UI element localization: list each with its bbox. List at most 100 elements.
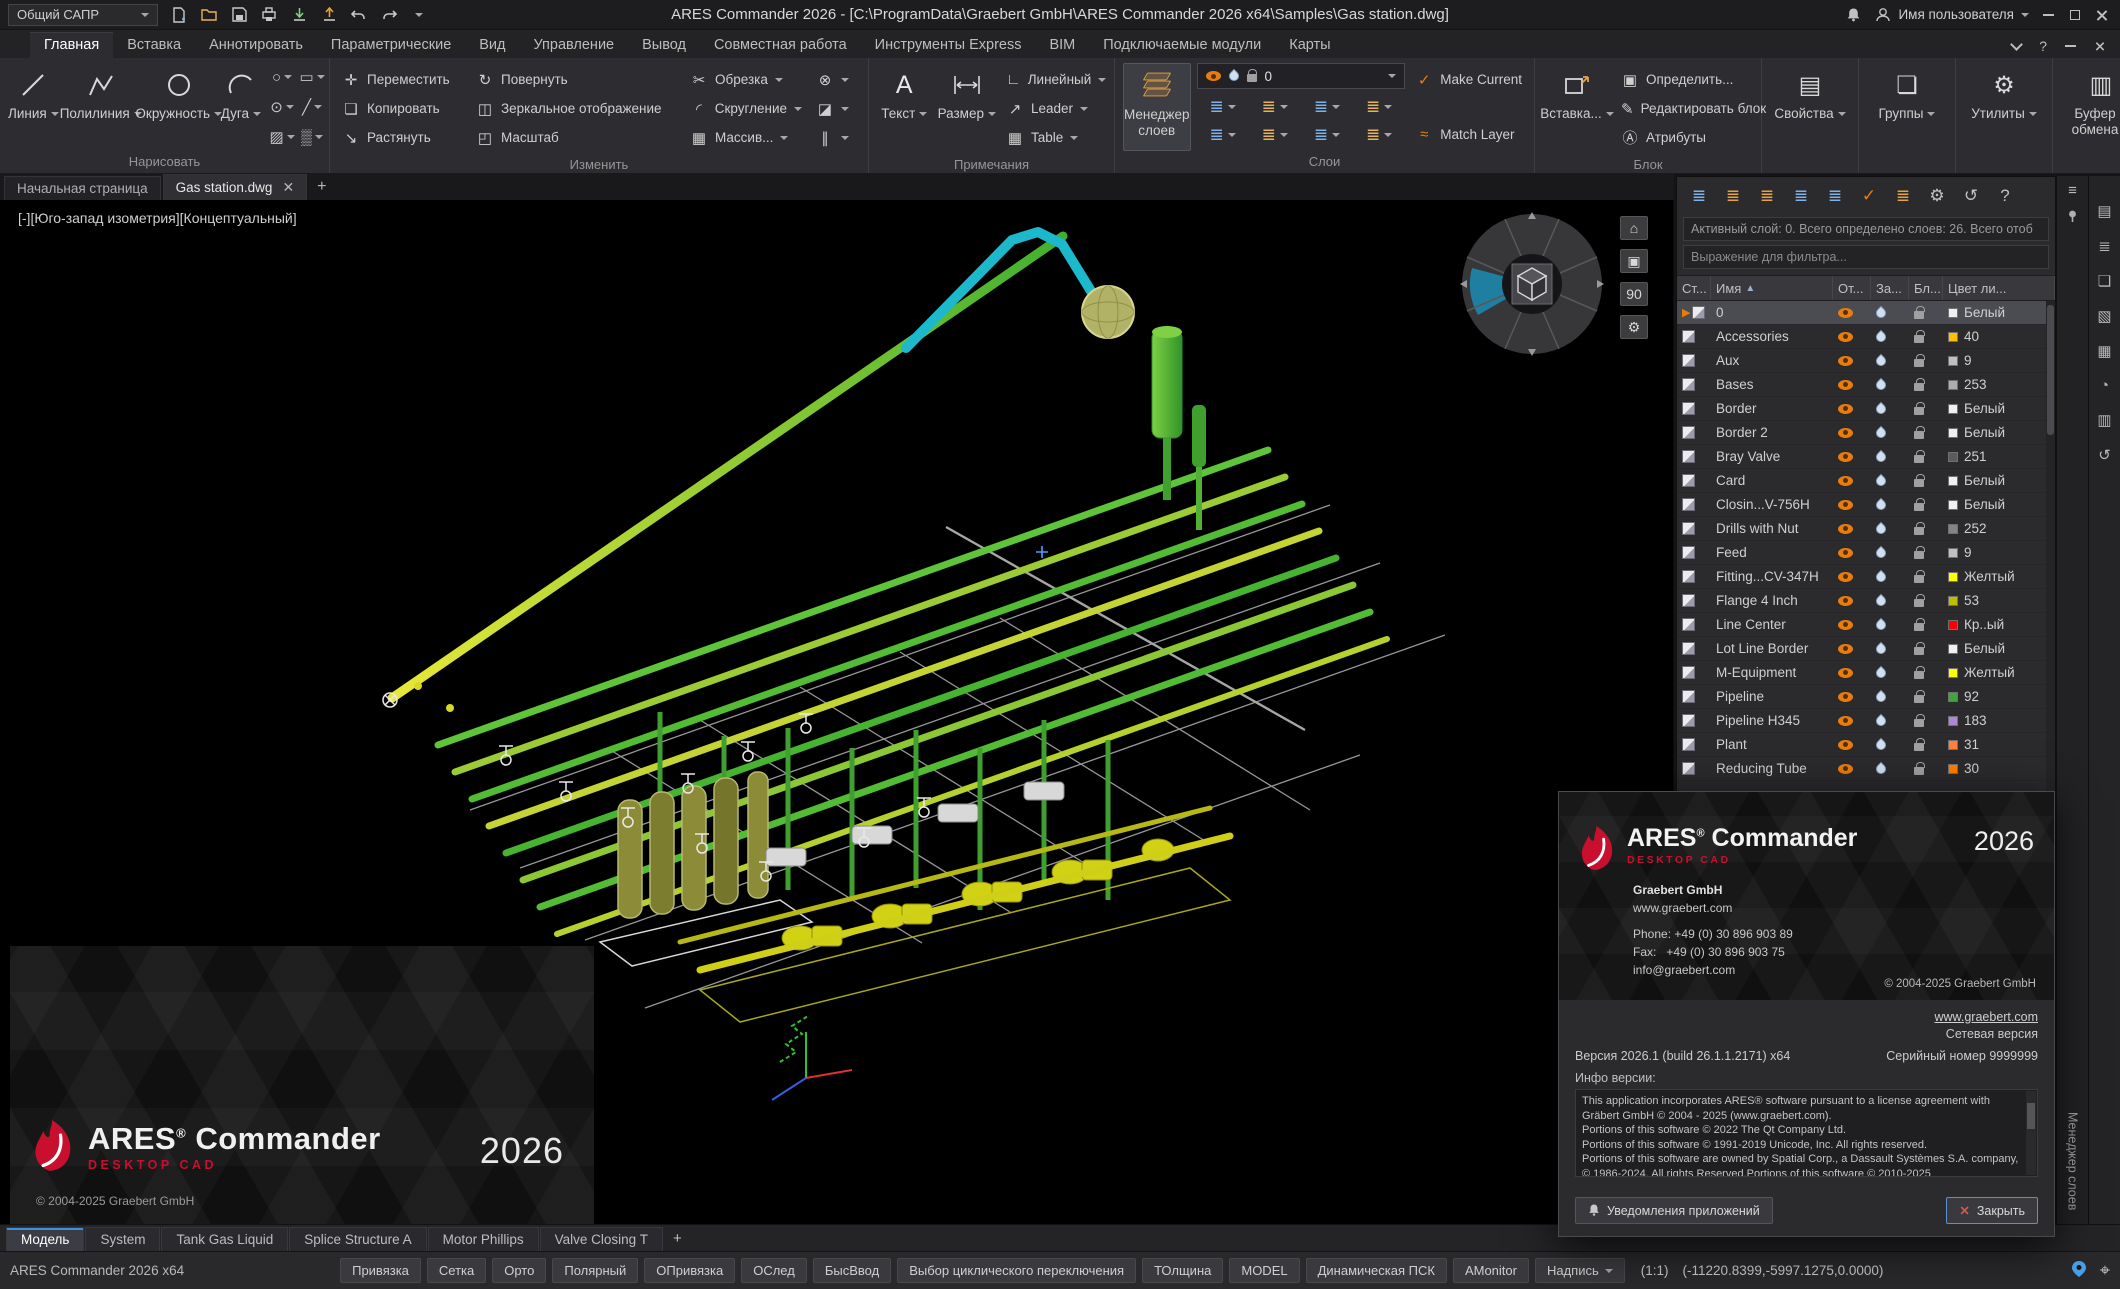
customize-toolbar-button[interactable] <box>406 3 432 27</box>
block-command[interactable]: ⒶАтрибуты <box>1617 123 1753 152</box>
layer-tool-icon[interactable]: ≣ <box>1301 121 1353 149</box>
panel-menu-icon[interactable]: ≡ <box>2068 182 2077 199</box>
show-icon[interactable] <box>1838 524 1853 534</box>
column-show[interactable]: От... <box>1833 276 1871 300</box>
model-tab[interactable]: System <box>85 1227 160 1251</box>
lock-icon[interactable] <box>1914 575 1924 583</box>
freeze-icon[interactable] <box>1874 593 1888 607</box>
target-icon[interactable]: ⌖ <box>2100 1260 2110 1281</box>
layers-toolbar-icon[interactable]: ≣ <box>1887 181 1919 211</box>
annotation-command[interactable]: ∟Линейный <box>1002 65 1106 94</box>
layers-toolbar-icon[interactable]: ≣ <box>1683 181 1715 211</box>
freeze-icon[interactable] <box>1874 737 1888 751</box>
license-textbox[interactable]: This application incorporates ARES® soft… <box>1575 1089 2038 1177</box>
modify-tool[interactable]: ∥ <box>812 123 860 152</box>
draw-tool-icon[interactable]: ▨ <box>267 123 297 151</box>
layer-row[interactable]: ▶ Bases 253 <box>1677 373 2055 397</box>
app-notifications-button[interactable]: Уведомления приложений <box>1575 1197 1773 1224</box>
pin-panel-icon[interactable] <box>2066 209 2079 225</box>
lock-icon[interactable] <box>1914 359 1924 367</box>
annotation-command[interactable]: ↗Leader <box>1002 94 1106 123</box>
lock-icon[interactable] <box>1914 671 1924 679</box>
panel-button[interactable]: ❏ Группы <box>1867 63 1947 151</box>
show-icon[interactable] <box>1838 572 1853 582</box>
freeze-icon[interactable] <box>1874 641 1888 655</box>
panel-button[interactable]: ▤ Свойства <box>1770 63 1850 151</box>
layer-row[interactable]: ▶ Pipeline H345 183 <box>1677 709 2055 733</box>
viewport-control-button[interactable]: ⌂ <box>1620 216 1648 240</box>
layer-color-cell[interactable]: 251 <box>1943 445 2055 468</box>
ribbon-tab[interactable]: Аннотировать <box>195 33 317 58</box>
model-viewport[interactable]: [-][Юго-запад изометрия][Концептуальный] <box>0 200 1674 1224</box>
panel-button[interactable]: ⚙ Утилиты <box>1964 63 2044 151</box>
palette-rail-icon[interactable]: ◔ <box>2100 377 2109 394</box>
layer-color-cell[interactable]: Белый <box>1943 421 2055 444</box>
layer-tool-icon[interactable]: ≣ <box>1197 121 1249 149</box>
workspace-selector[interactable]: Общий САПР <box>8 4 158 26</box>
status-toggle[interactable]: ОПривязка <box>644 1258 735 1283</box>
layer-row[interactable]: ▶ Line Center Кр..ый <box>1677 613 2055 637</box>
circle-button[interactable]: Окружность <box>143 63 215 151</box>
graebert-link[interactable]: www.graebert.com <box>1575 1010 2038 1024</box>
undo-button[interactable] <box>346 3 372 27</box>
lock-icon[interactable] <box>1914 527 1924 535</box>
lock-icon[interactable] <box>1914 743 1924 751</box>
show-icon[interactable] <box>1838 548 1853 558</box>
export-button[interactable] <box>316 3 342 27</box>
viewport-view-label[interactable]: [-][Юго-запад изометрия][Концептуальный] <box>18 210 297 226</box>
open-file-button[interactable] <box>196 3 222 27</box>
polyline-button[interactable]: Полилиния <box>65 63 137 151</box>
layers-toolbar-icon[interactable]: ↺ <box>1955 181 1987 211</box>
panel-vertical-label[interactable]: Менеджер слоев <box>2066 1112 2080 1210</box>
lock-icon[interactable] <box>1914 407 1924 415</box>
status-toggle[interactable]: MODEL <box>1229 1258 1299 1283</box>
layer-row[interactable]: ▶ Bray Valve 251 <box>1677 445 2055 469</box>
freeze-icon[interactable] <box>1874 305 1888 319</box>
layer-color-cell[interactable]: 92 <box>1943 685 2055 708</box>
show-icon[interactable] <box>1838 404 1853 414</box>
ribbon-tab[interactable]: Вывод <box>628 33 700 58</box>
show-icon[interactable] <box>1838 620 1853 630</box>
freeze-icon[interactable] <box>1874 521 1888 535</box>
layer-tool-icon[interactable]: ≣ <box>1301 93 1353 121</box>
show-icon[interactable] <box>1838 740 1853 750</box>
layer-color-cell[interactable]: 40 <box>1943 325 2055 348</box>
status-toggle[interactable]: Динамическая ПСК <box>1306 1258 1447 1283</box>
maximize-button[interactable] <box>2070 10 2080 20</box>
layer-row[interactable]: ▶ Plant 31 <box>1677 733 2055 757</box>
layer-row[interactable]: ▶ Lot Line Border Белый <box>1677 637 2055 661</box>
lock-icon[interactable] <box>1914 503 1924 511</box>
layer-row[interactable]: ▶ M-Equipment Желтый <box>1677 661 2055 685</box>
layer-color-cell[interactable]: Желтый <box>1943 661 2055 684</box>
layers-manager-button[interactable]: Менеджер слоев <box>1123 63 1191 151</box>
status-toggle[interactable]: Орто <box>492 1258 546 1283</box>
annotation-dropdown[interactable]: Надпись <box>1535 1258 1625 1283</box>
dimension-button[interactable]: Размер <box>938 63 996 154</box>
lock-icon[interactable] <box>1914 719 1924 727</box>
add-sheet-button[interactable]: + <box>664 1228 691 1251</box>
layer-tool-icon[interactable]: ≣ <box>1353 93 1405 121</box>
user-account-button[interactable]: Имя пользователя <box>1875 7 2029 23</box>
freeze-icon[interactable] <box>1874 569 1888 583</box>
layer-color-cell[interactable]: 53 <box>1943 589 2055 612</box>
model-tab[interactable]: Модель <box>6 1227 84 1251</box>
lock-icon[interactable] <box>1914 551 1924 559</box>
document-tab[interactable]: Начальная страница✕ <box>4 176 161 200</box>
status-toggle[interactable]: ТОлщина <box>1142 1258 1223 1283</box>
show-icon[interactable] <box>1838 692 1853 702</box>
layer-color-cell[interactable]: 253 <box>1943 373 2055 396</box>
draw-tool-icon[interactable]: ⊙ <box>267 93 297 121</box>
layer-row[interactable]: ▶ Border 2 Белый <box>1677 421 2055 445</box>
layer-row[interactable]: ▶ Flange 4 Inch 53 <box>1677 589 2055 613</box>
layer-row[interactable]: ▶ Pipeline 92 <box>1677 685 2055 709</box>
modify-command[interactable]: ✂Обрезка <box>686 65 806 94</box>
freeze-icon[interactable] <box>1874 329 1888 343</box>
palette-rail-icon[interactable]: ▧ <box>2097 307 2111 325</box>
show-icon[interactable] <box>1838 644 1853 654</box>
modify-command[interactable]: ◰Масштаб <box>472 123 680 152</box>
model-tab[interactable]: Tank Gas Liquid <box>161 1227 288 1251</box>
freeze-icon[interactable] <box>1874 713 1888 727</box>
location-pin-icon[interactable] <box>2072 1261 2086 1280</box>
collapse-ribbon-icon[interactable] <box>2010 38 2023 51</box>
palette-rail-icon[interactable]: ▦ <box>2097 342 2111 360</box>
